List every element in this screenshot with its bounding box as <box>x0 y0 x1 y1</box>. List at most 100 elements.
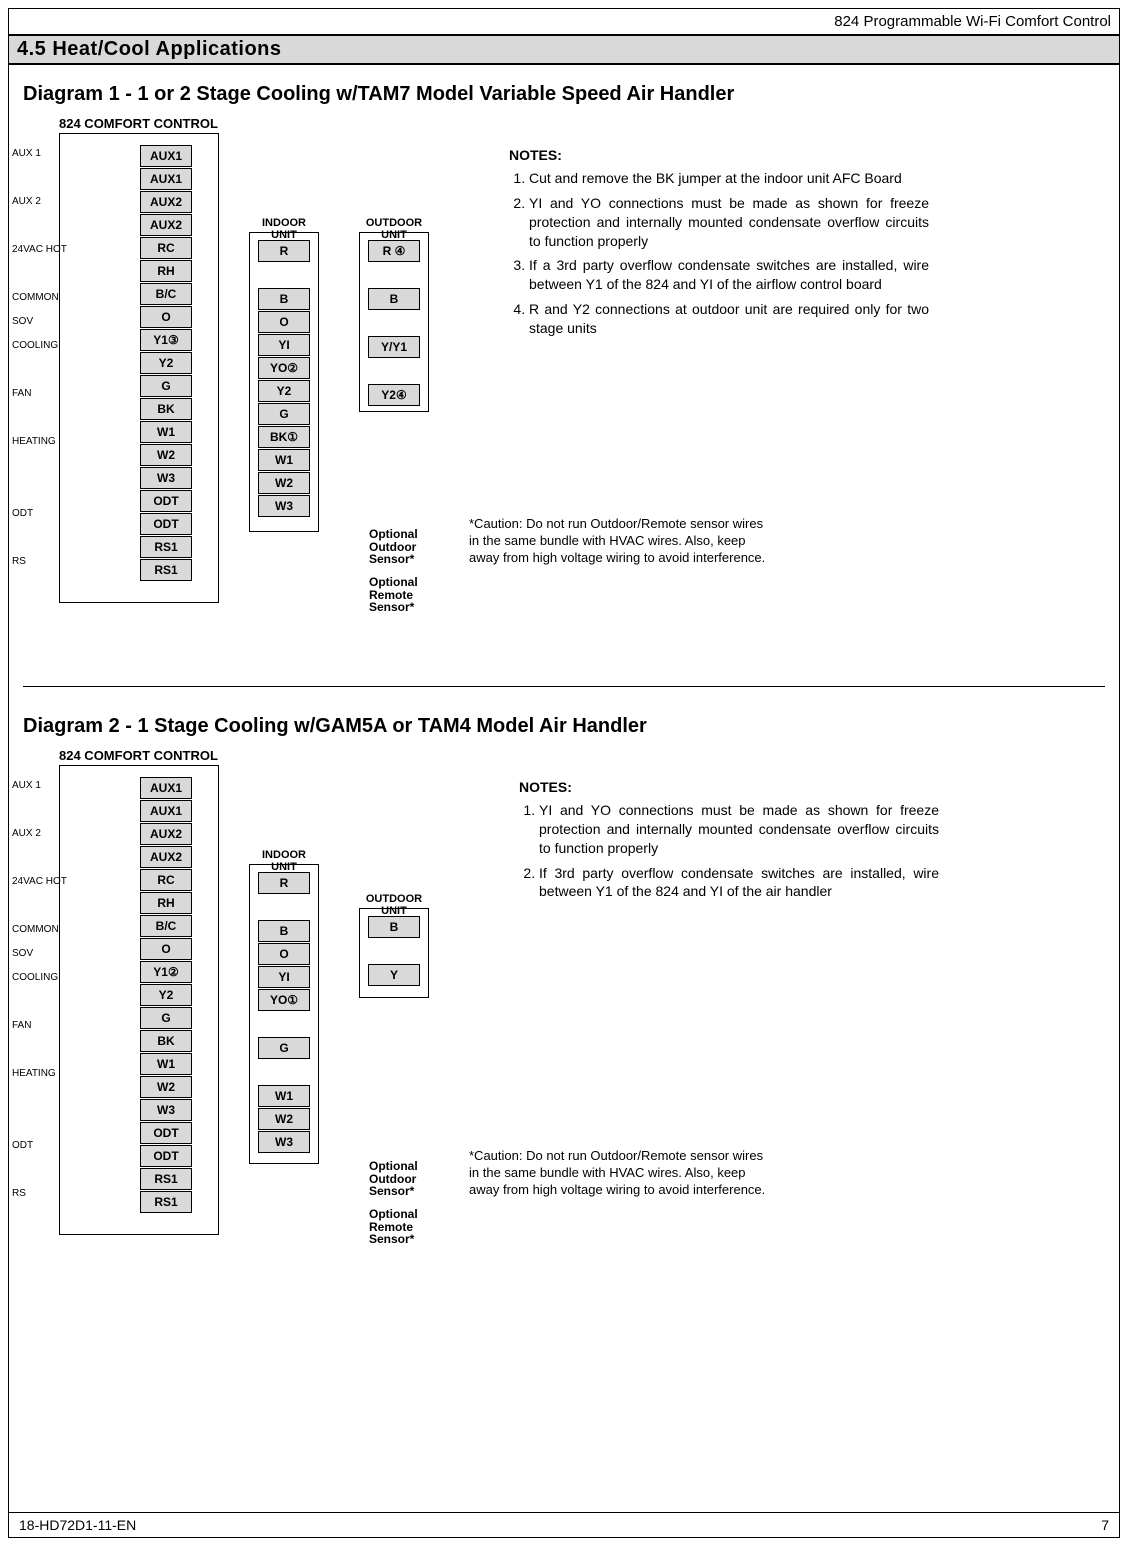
d2-row-label-7: SOV <box>12 948 82 959</box>
page: 824 Programmable Wi-Fi Comfort Control 4… <box>8 8 1120 1538</box>
d1-cc-term-16: ODT <box>140 513 192 535</box>
d1-row-label-8: COOLING <box>12 340 82 351</box>
diagram1-outdoor-title: OUTDOOR UNIT <box>360 217 428 241</box>
d2-indoor-term-4: YI <box>258 966 310 988</box>
d2-cc-term-3: AUX2 <box>140 846 192 868</box>
d1-indoor-term-0: R <box>258 240 310 262</box>
d1-row-label-4: 24VAC HOT <box>12 244 82 255</box>
d1-cc-term-2: AUX2 <box>140 191 192 213</box>
section-title: 4.5 Heat/Cool Applications <box>9 36 1119 65</box>
d2-cc-term-5: RH <box>140 892 192 914</box>
d2-row-label-12: HEATING <box>12 1068 82 1079</box>
d1-outdoor-term-4: Y/Y1 <box>368 336 420 358</box>
d1-row-label-12: HEATING <box>12 436 82 447</box>
d2-indoor-term-3: O <box>258 943 310 965</box>
header-product-line: 824 Programmable Wi-Fi Comfort Control <box>9 9 1119 36</box>
d1-indoor-term-5: YO② <box>258 357 310 379</box>
d1-cc-term-3: AUX2 <box>140 214 192 236</box>
diagram1-note-2: YI and YO connections must be made as sh… <box>529 194 929 251</box>
d1-row-label-2: AUX 2 <box>12 196 82 207</box>
d1-cc-term-0: AUX1 <box>140 145 192 167</box>
d2-cc-term-16: ODT <box>140 1145 192 1167</box>
d1-cc-term-9: Y2 <box>140 352 192 374</box>
d1-cc-term-8: Y1③ <box>140 329 192 351</box>
d1-cc-term-5: RH <box>140 260 192 282</box>
d1-cc-term-18: RS1 <box>140 559 192 581</box>
diagram1-notes: NOTES: Cut and remove the BK jumper at t… <box>509 146 929 344</box>
d2-cc-term-8: Y1② <box>140 961 192 983</box>
d2-row-label-17: RS <box>12 1188 82 1199</box>
d2-indoor-term-5: YO① <box>258 989 310 1011</box>
d1-row-label-6: COMMON <box>12 292 82 303</box>
diagram1-cc-title: 824 COMFORT CONTROL <box>59 116 1105 131</box>
diagram2-wrap: 824 COMFORT CONTROL AUX1AUX 1AUX1AUX2AUX… <box>9 748 1119 1308</box>
d1-indoor-term-7: G <box>258 403 310 425</box>
d2-outdoor-term-0: B <box>368 916 420 938</box>
d1-indoor-term-10: W2 <box>258 472 310 494</box>
diagram1-notes-heading: NOTES: <box>509 146 929 165</box>
d1-outdoor-term-6: Y2④ <box>368 384 420 406</box>
d2-indoor-term-9: W1 <box>258 1085 310 1107</box>
d1-row-label-17: RS <box>12 556 82 567</box>
d2-indoor-term-11: W3 <box>258 1131 310 1153</box>
d2-cc-term-9: Y2 <box>140 984 192 1006</box>
d2-indoor-term-10: W2 <box>258 1108 310 1130</box>
d1-indoor-term-3: O <box>258 311 310 333</box>
d2-cc-term-18: RS1 <box>140 1191 192 1213</box>
d2-row-label-8: COOLING <box>12 972 82 983</box>
d1-indoor-term-6: Y2 <box>258 380 310 402</box>
d1-outdoor-term-2: B <box>368 288 420 310</box>
d1-row-label-10: FAN <box>12 388 82 399</box>
d1-outdoor-term-0: R ④ <box>368 240 420 262</box>
d2-cc-term-10: G <box>140 1007 192 1029</box>
diagram2-indoor-title: INDOOR UNIT <box>250 849 318 873</box>
diagram1-824-panel: AUX1AUX 1AUX1AUX2AUX 2AUX2RC24VAC HOTRHB… <box>59 133 219 603</box>
diagram2-824-panel: AUX1AUX 1AUX1AUX2AUX 2AUX2RC24VAC HOTRHB… <box>59 765 219 1235</box>
d2-row-label-0: AUX 1 <box>12 780 82 791</box>
diagram2-outdoor-title: OUTDOOR UNIT <box>360 893 428 917</box>
d1-row-label-7: SOV <box>12 316 82 327</box>
d2-indoor-term-7: G <box>258 1037 310 1059</box>
diagram1-wrap: 824 COMFORT CONTROL AUX1AUX 1AUX1AUX2AUX… <box>9 116 1119 676</box>
d1-cc-term-4: RC <box>140 237 192 259</box>
d2-cc-term-2: AUX2 <box>140 823 192 845</box>
diagram1-title: Diagram 1 - 1 or 2 Stage Cooling w/TAM7 … <box>9 65 1119 116</box>
d1-cc-term-10: G <box>140 375 192 397</box>
d2-cc-term-11: BK <box>140 1030 192 1052</box>
diagram1-remote-sensor-label: Optional Remote Sensor* <box>369 576 418 614</box>
diagram1-indoor-title: INDOOR UNIT <box>250 217 318 241</box>
d2-indoor-term-0: R <box>258 872 310 894</box>
d2-cc-term-0: AUX1 <box>140 777 192 799</box>
diagram2-outdoor-unit: OUTDOOR UNIT BY <box>359 908 429 998</box>
d2-row-label-4: 24VAC HOT <box>12 876 82 887</box>
d2-cc-term-17: RS1 <box>140 1168 192 1190</box>
diagram1-notes-list: Cut and remove the BK jumper at the indo… <box>509 169 929 338</box>
d2-cc-term-7: O <box>140 938 192 960</box>
diagram2-remote-sensor-label: Optional Remote Sensor* <box>369 1208 418 1246</box>
d1-cc-term-6: B/C <box>140 283 192 305</box>
diagram1-caution: *Caution: Do not run Outdoor/Remote sens… <box>469 516 769 567</box>
d2-cc-term-4: RC <box>140 869 192 891</box>
d2-cc-term-14: W3 <box>140 1099 192 1121</box>
diagram2-notes: NOTES: YI and YO connections must be mad… <box>519 778 939 907</box>
d2-row-label-2: AUX 2 <box>12 828 82 839</box>
d1-indoor-term-8: BK① <box>258 426 310 448</box>
diagram1-outdoor-sensor-label: Optional Outdoor Sensor* <box>369 528 418 566</box>
d1-row-label-15: ODT <box>12 508 82 519</box>
diagram2-title: Diagram 2 - 1 Stage Cooling w/GAM5A or T… <box>9 697 1119 748</box>
d2-cc-term-13: W2 <box>140 1076 192 1098</box>
diagram2-caution: *Caution: Do not run Outdoor/Remote sens… <box>469 1148 769 1199</box>
d2-cc-term-6: B/C <box>140 915 192 937</box>
diagram2-indoor-unit: INDOOR UNIT RBOYIYO①GW1W2W3 <box>249 864 319 1164</box>
footer-page-number: 7 <box>1101 1517 1109 1533</box>
d1-cc-term-11: BK <box>140 398 192 420</box>
footer-doc-number: 18-HD72D1-11-EN <box>19 1517 136 1533</box>
diagram1-indoor-unit: INDOOR UNIT RBOYIYO②Y2GBK①W1W2W3 <box>249 232 319 532</box>
diagram1-note-1: Cut and remove the BK jumper at the indo… <box>529 169 929 188</box>
d2-indoor-term-2: B <box>258 920 310 942</box>
diagram1-outdoor-unit: OUTDOOR UNIT R ④BY/Y1Y2④ <box>359 232 429 412</box>
diagram2-cc-title: 824 COMFORT CONTROL <box>59 748 1105 763</box>
diagram-divider <box>23 686 1105 687</box>
diagram1-note-4: R and Y2 connections at outdoor unit are… <box>529 300 929 338</box>
d2-cc-term-15: ODT <box>140 1122 192 1144</box>
